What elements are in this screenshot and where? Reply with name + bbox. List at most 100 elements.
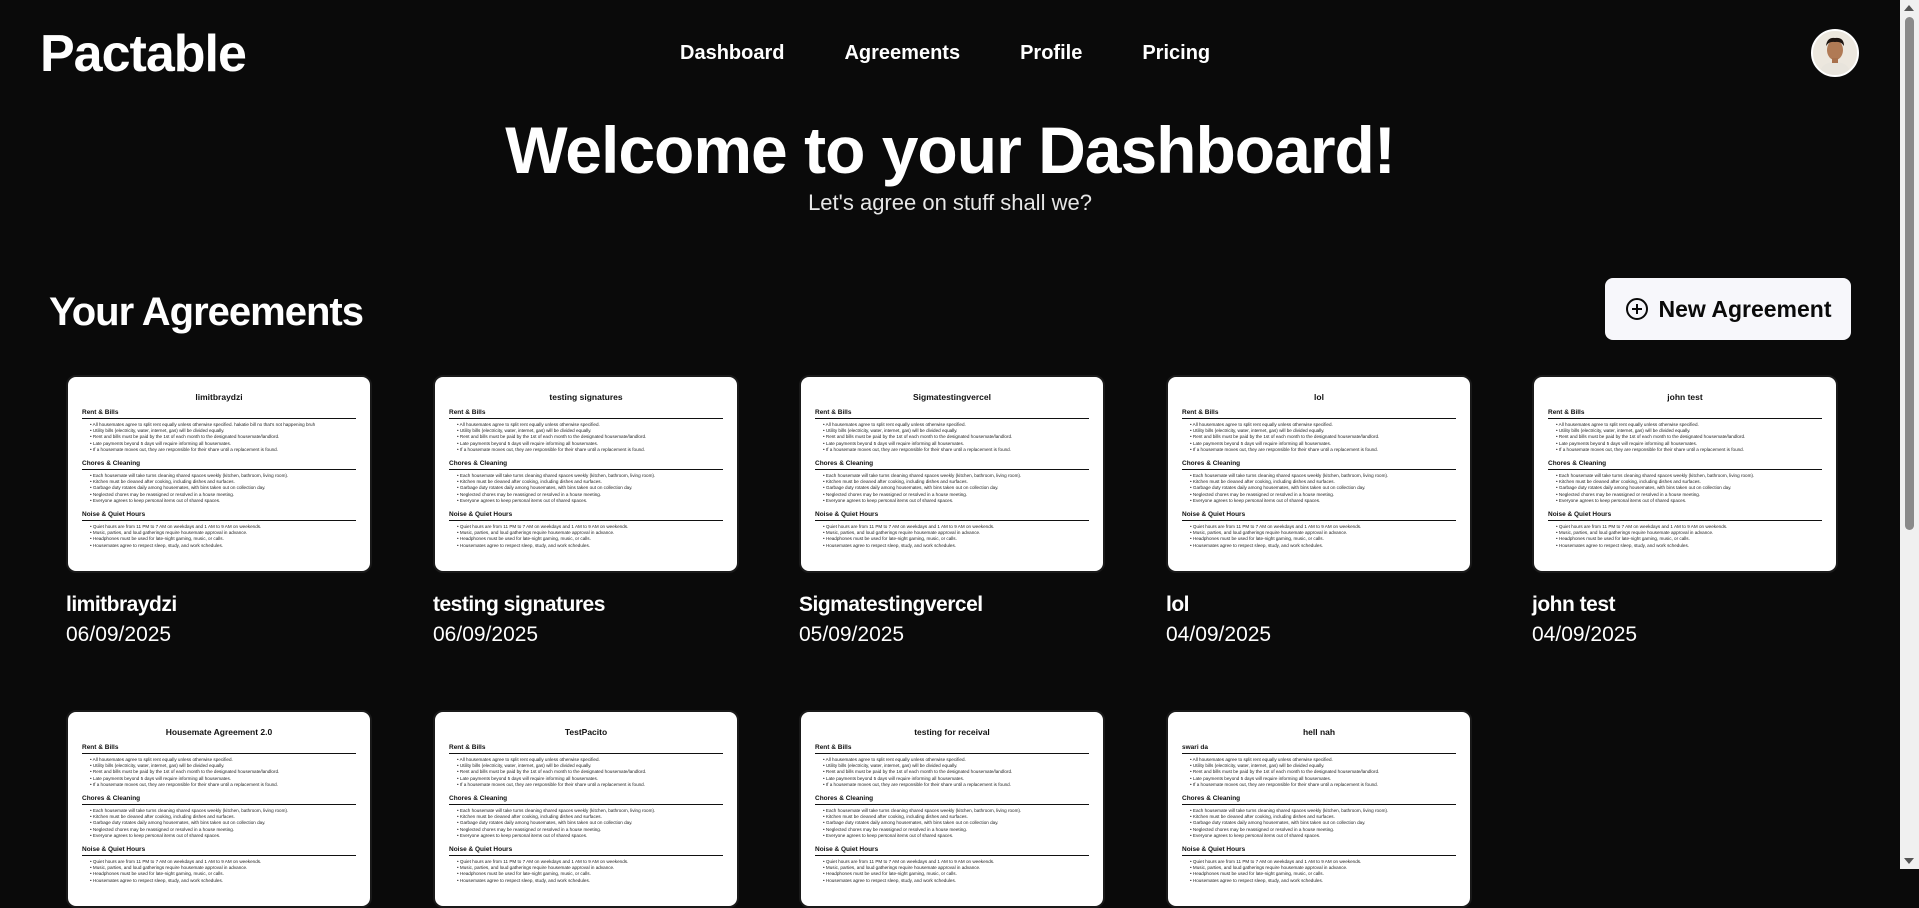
preview-section-list: • All housemates agree to split rent equ…: [82, 757, 356, 788]
preview-doc-title: limitbraydzi: [195, 392, 243, 402]
preview-clause: • If a housemate moves out, they are res…: [457, 446, 646, 452]
preview-clause: • Housemates agree to respect sleep, stu…: [1190, 877, 1324, 883]
preview-section: Noise & Quiet Hours • Quiet hours are fro…: [1548, 511, 1822, 549]
nav-profile[interactable]: Profile: [1020, 42, 1082, 65]
preview-clause: • Everyone agrees to keep personal items…: [457, 832, 588, 838]
preview-section-heading: swari da: [1182, 744, 1456, 754]
preview-section-heading: Chores & Cleaning: [449, 795, 723, 806]
agreement-card[interactable]: john test Rent & Bills • All housemates ag…: [1532, 375, 1838, 647]
preview-clause: • Everyone agrees to keep personal items…: [1190, 832, 1321, 838]
agreement-preview[interactable]: TestPacito Rent & Bills • All housemates a…: [433, 710, 739, 908]
preview-section-list: • Each housemate will take turns cleanin…: [449, 808, 723, 839]
preview-doc-title: testing signatures: [549, 392, 623, 402]
user-avatar[interactable]: [1811, 29, 1859, 77]
preview-doc-title: Sigmatestingvercel: [913, 392, 991, 402]
agreement-preview[interactable]: Housemate Agreement 2.0 Rent & Bills • All…: [66, 710, 372, 908]
agreement-card-date: 04/09/2025: [1166, 623, 1272, 646]
agreement-preview[interactable]: Sigmatestingvercel Rent & Bills • All hous…: [799, 375, 1105, 573]
preview-section-list: • Each housemate will take turns cleanin…: [815, 808, 1089, 839]
preview-clause: • Housemates agree to respect sleep, stu…: [90, 877, 224, 883]
preview-section-list: • Quiet hours are from 11 PM to 7 AM on …: [1182, 524, 1456, 549]
agreement-card[interactable]: testing signatures Rent & Bills • All hous…: [433, 375, 739, 647]
dashboard-subtitle: Let's agree on stuff shall we?: [808, 190, 1092, 215]
preview-section: Rent & Bills • All housemates agree to sp…: [815, 744, 1089, 788]
app-logo[interactable]: Pactable: [40, 24, 247, 84]
preview-section-list: • Quiet hours are from 11 PM to 7 AM on …: [815, 859, 1089, 884]
preview-section: Noise & Quiet Hours • Quiet hours are fro…: [82, 511, 356, 549]
agreement-card[interactable]: limitbraydzi Rent & Bills • All housemates…: [66, 375, 372, 647]
scroll-down-arrow-icon[interactable]: [1904, 858, 1914, 864]
agreement-card-date: 04/09/2025: [1532, 623, 1638, 646]
agreement-card[interactable]: TestPacito Rent & Bills • All housemates a…: [433, 710, 739, 908]
preview-section: Noise & Quiet Hours • Quiet hours are fro…: [1182, 511, 1456, 549]
new-agreement-button[interactable]: New Agreement: [1605, 278, 1851, 340]
preview-section-list: • Each housemate will take turns cleanin…: [82, 808, 356, 839]
plus-circle-icon: [1625, 298, 1648, 320]
agreement-card-title[interactable]: Sigmatestingvercel: [799, 593, 1105, 617]
preview-clause: • If a housemate moves out, they are res…: [90, 446, 279, 452]
agreement-card-date: 05/09/2025: [799, 623, 905, 646]
preview-doc-title: testing for receival: [914, 727, 990, 737]
agreement-card-title[interactable]: limitbraydzi: [66, 593, 372, 617]
preview-section: Rent & Bills • All housemates agree to sp…: [815, 409, 1089, 453]
preview-section-list: • All housemates agree to split rent equ…: [82, 422, 356, 453]
agreement-preview[interactable]: hell nah swari da • All housemates agree t…: [1166, 710, 1472, 908]
preview-section-list: • Each housemate will take turns cleanin…: [815, 473, 1089, 504]
new-agreement-label: New Agreement: [1658, 295, 1832, 322]
preview-section: Chores & Cleaning • Each housemate will t…: [82, 795, 356, 839]
preview-section-list: • Quiet hours are from 11 PM to 7 AM on …: [1548, 524, 1822, 549]
top-navbar: Pactable Dashboard Agreements Profile Pr…: [0, 0, 1900, 106]
nav-dashboard[interactable]: Dashboard: [680, 42, 784, 65]
preview-section-heading: Rent & Bills: [1548, 409, 1822, 419]
preview-section-heading: Noise & Quiet Hours: [82, 846, 356, 857]
preview-clause: • Everyone agrees to keep personal items…: [823, 497, 954, 503]
nav-pricing[interactable]: Pricing: [1142, 42, 1210, 65]
preview-section: Chores & Cleaning • Each housemate will t…: [449, 460, 723, 504]
nav-agreements[interactable]: Agreements: [844, 42, 960, 65]
preview-section-heading: Noise & Quiet Hours: [1182, 511, 1456, 522]
preview-clause: • Housemates agree to respect sleep, stu…: [90, 542, 224, 548]
preview-section-heading: Noise & Quiet Hours: [1548, 511, 1822, 522]
preview-section-list: • All housemates agree to split rent equ…: [1182, 422, 1456, 453]
preview-section-heading: Noise & Quiet Hours: [449, 846, 723, 857]
preview-section-heading: Noise & Quiet Hours: [1182, 846, 1456, 857]
preview-section-list: • Each housemate will take turns cleanin…: [1548, 473, 1822, 504]
scroll-up-arrow-icon[interactable]: [1904, 5, 1914, 11]
agreement-card-title[interactable]: john test: [1532, 593, 1838, 617]
preview-section-heading: Chores & Cleaning: [82, 795, 356, 806]
preview-section: Chores & Cleaning • Each housemate will t…: [1548, 460, 1822, 504]
preview-section-heading: Chores & Cleaning: [82, 460, 356, 471]
preview-section: Rent & Bills • All housemates agree to sp…: [82, 744, 356, 788]
agreement-card[interactable]: testing for receival Rent & Bills • All ho…: [799, 710, 1105, 908]
preview-section-heading: Rent & Bills: [815, 409, 1089, 419]
preview-section: Noise & Quiet Hours • Quiet hours are fro…: [815, 846, 1089, 884]
dashboard-heading: Welcome to your Dashboard!: [505, 113, 1396, 187]
preview-section-heading: Rent & Bills: [82, 744, 356, 754]
preview-section-heading: Chores & Cleaning: [815, 795, 1089, 806]
preview-clause: • If a housemate moves out, they are res…: [1190, 446, 1379, 452]
agreement-preview[interactable]: testing for receival Rent & Bills • All ho…: [799, 710, 1105, 908]
page-scrollbar[interactable]: [1900, 0, 1919, 869]
preview-section: Rent & Bills • All housemates agree to sp…: [449, 409, 723, 453]
preview-section: Rent & Bills • All housemates agree to sp…: [449, 744, 723, 788]
preview-section-heading: Chores & Cleaning: [1182, 795, 1456, 806]
preview-section-list: • All housemates agree to split rent equ…: [815, 757, 1089, 788]
agreement-card-title[interactable]: testing signatures: [433, 593, 739, 617]
agreement-preview[interactable]: limitbraydzi Rent & Bills • All housemates…: [66, 375, 372, 573]
preview-section: Rent & Bills • All housemates agree to sp…: [1182, 409, 1456, 453]
preview-section: Noise & Quiet Hours • Quiet hours are fro…: [82, 846, 356, 884]
agreement-card-title[interactable]: lol: [1166, 593, 1472, 617]
preview-section-list: • All housemates agree to split rent equ…: [815, 422, 1089, 453]
preview-section-list: • All housemates agree to split rent equ…: [1548, 422, 1822, 453]
preview-section-heading: Chores & Cleaning: [449, 460, 723, 471]
preview-clause: • If a housemate moves out, they are res…: [90, 781, 279, 787]
agreement-preview[interactable]: lol Rent & Bills • All housemates agree to…: [1166, 375, 1472, 573]
agreement-card[interactable]: Sigmatestingvercel Rent & Bills • All hous…: [799, 375, 1105, 647]
agreement-card[interactable]: hell nah swari da • All housemates agree t…: [1166, 710, 1472, 908]
preview-clause: • If a housemate moves out, they are res…: [823, 781, 1012, 787]
agreement-card[interactable]: lol Rent & Bills • All housemates agree to…: [1166, 375, 1472, 647]
agreement-preview[interactable]: testing signatures Rent & Bills • All hous…: [433, 375, 739, 573]
scrollbar-thumb[interactable]: [1905, 17, 1914, 530]
agreement-card[interactable]: Housemate Agreement 2.0 Rent & Bills • All…: [66, 710, 372, 908]
agreement-preview[interactable]: john test Rent & Bills • All housemates ag…: [1532, 375, 1838, 573]
